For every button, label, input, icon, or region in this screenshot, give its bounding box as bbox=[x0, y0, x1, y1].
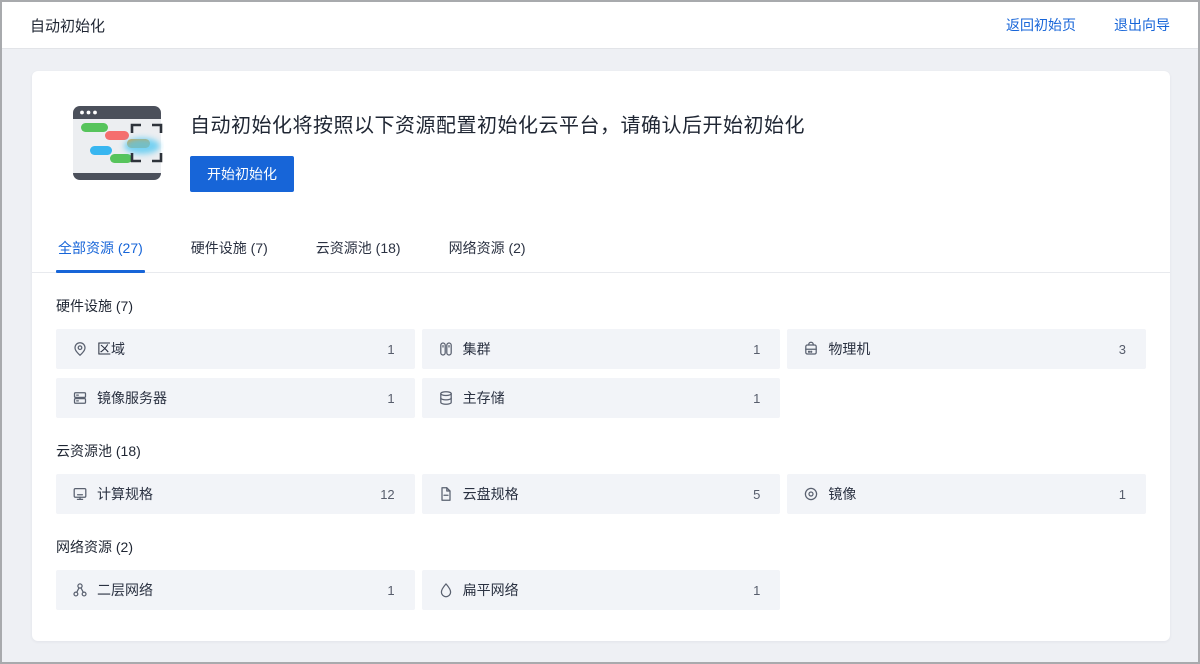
resource-row-label: 镜像 bbox=[803, 484, 856, 504]
resource-count: 1 bbox=[387, 342, 394, 357]
resource-count: 1 bbox=[387, 391, 394, 406]
topbar: 自动初始化 返回初始页 退出向导 bbox=[2, 2, 1198, 49]
resource-count: 1 bbox=[753, 391, 760, 406]
back-to-start-link[interactable]: 返回初始页 bbox=[1006, 15, 1076, 35]
resource-name: 集群 bbox=[463, 339, 491, 359]
resource-row-label: 二层网络 bbox=[72, 580, 153, 600]
resource-name: 扁平网络 bbox=[463, 580, 519, 600]
resource-row-label: 集群 bbox=[438, 339, 491, 359]
resource-grid: 二层网络 1 扁平网络 1 bbox=[56, 570, 1146, 610]
resource-row-label: 主存储 bbox=[438, 388, 505, 408]
resource-row-label: 区域 bbox=[72, 339, 125, 359]
resource-count: 1 bbox=[1119, 487, 1126, 502]
resource-name: 云盘规格 bbox=[463, 484, 519, 504]
topbar-links: 返回初始页 退出向导 bbox=[1006, 15, 1170, 35]
location-icon bbox=[72, 341, 88, 357]
page-title: 自动初始化 bbox=[30, 15, 105, 36]
compute-spec-icon bbox=[72, 486, 88, 502]
disk-spec-icon bbox=[438, 486, 454, 502]
tab-all-resources[interactable]: 全部资源 (27) bbox=[56, 238, 145, 272]
resource-name: 计算规格 bbox=[97, 484, 153, 504]
resource-row: 计算规格 12 bbox=[56, 474, 415, 514]
resource-row-label: 物理机 bbox=[803, 339, 870, 359]
l2-network-icon bbox=[72, 582, 88, 598]
resource-row: 集群 1 bbox=[422, 329, 781, 369]
primary-storage-icon bbox=[438, 390, 454, 406]
resource-row: 物理机 3 bbox=[787, 329, 1146, 369]
resource-row: 镜像 1 bbox=[787, 474, 1146, 514]
start-init-button[interactable]: 开始初始化 bbox=[190, 156, 294, 192]
resource-row-label: 镜像服务器 bbox=[72, 388, 167, 408]
resource-name: 二层网络 bbox=[97, 580, 153, 600]
resource-row: 主存储 1 bbox=[422, 378, 781, 418]
tab-network-resources[interactable]: 网络资源 (2) bbox=[447, 238, 528, 272]
physical-machine-icon bbox=[803, 341, 819, 357]
resource-row: 区域 1 bbox=[56, 329, 415, 369]
main-card: 自动初始化将按照以下资源配置初始化云平台，请确认后开始初始化 开始初始化 全部资… bbox=[32, 71, 1170, 641]
resource-name: 物理机 bbox=[828, 339, 870, 359]
sections: 硬件设施 (7) 区域 1 集群 1 物理机 3 镜像服务器 1 主存储 1 云资源池 (18) 计算规… bbox=[56, 296, 1146, 610]
resource-count: 3 bbox=[1119, 342, 1126, 357]
tab-cloud-resource-pool[interactable]: 云资源池 (18) bbox=[314, 238, 403, 272]
banner-heading: 自动初始化将按照以下资源配置初始化云平台，请确认后开始初始化 bbox=[190, 109, 805, 138]
resource-name: 镜像 bbox=[828, 484, 856, 504]
resource-row: 扁平网络 1 bbox=[422, 570, 781, 610]
flat-network-icon bbox=[438, 582, 454, 598]
resource-name: 镜像服务器 bbox=[97, 388, 167, 408]
resource-tabs: 全部资源 (27) 硬件设施 (7) 云资源池 (18) 网络资源 (2) bbox=[32, 238, 1170, 273]
resource-name: 区域 bbox=[97, 339, 125, 359]
resource-row: 二层网络 1 bbox=[56, 570, 415, 610]
cluster-icon bbox=[438, 341, 454, 357]
image-icon bbox=[803, 486, 819, 502]
init-banner: 自动初始化将按照以下资源配置初始化云平台，请确认后开始初始化 开始初始化 bbox=[72, 103, 1146, 192]
resource-count: 1 bbox=[753, 342, 760, 357]
resource-count: 1 bbox=[753, 583, 760, 598]
wizard-screen: 自动初始化 返回初始页 退出向导 bbox=[0, 0, 1200, 664]
init-illustration-icon bbox=[72, 103, 164, 183]
resource-count: 12 bbox=[380, 487, 394, 502]
section-title: 硬件设施 (7) bbox=[56, 296, 1146, 316]
resource-grid: 计算规格 12 云盘规格 5 镜像 1 bbox=[56, 474, 1146, 514]
resource-row: 云盘规格 5 bbox=[422, 474, 781, 514]
tab-hardware-facilities[interactable]: 硬件设施 (7) bbox=[189, 238, 270, 272]
banner-text-block: 自动初始化将按照以下资源配置初始化云平台，请确认后开始初始化 开始初始化 bbox=[190, 103, 805, 192]
section-title: 网络资源 (2) bbox=[56, 537, 1146, 557]
section-title: 云资源池 (18) bbox=[56, 441, 1146, 461]
resource-name: 主存储 bbox=[463, 388, 505, 408]
exit-wizard-link[interactable]: 退出向导 bbox=[1114, 15, 1170, 35]
resource-row-label: 扁平网络 bbox=[438, 580, 519, 600]
resource-count: 1 bbox=[387, 583, 394, 598]
resource-row: 镜像服务器 1 bbox=[56, 378, 415, 418]
resource-row-label: 云盘规格 bbox=[438, 484, 519, 504]
image-server-icon bbox=[72, 390, 88, 406]
resource-count: 5 bbox=[753, 487, 760, 502]
resource-grid: 区域 1 集群 1 物理机 3 镜像服务器 1 主存储 1 bbox=[56, 329, 1146, 418]
resource-row-label: 计算规格 bbox=[72, 484, 153, 504]
